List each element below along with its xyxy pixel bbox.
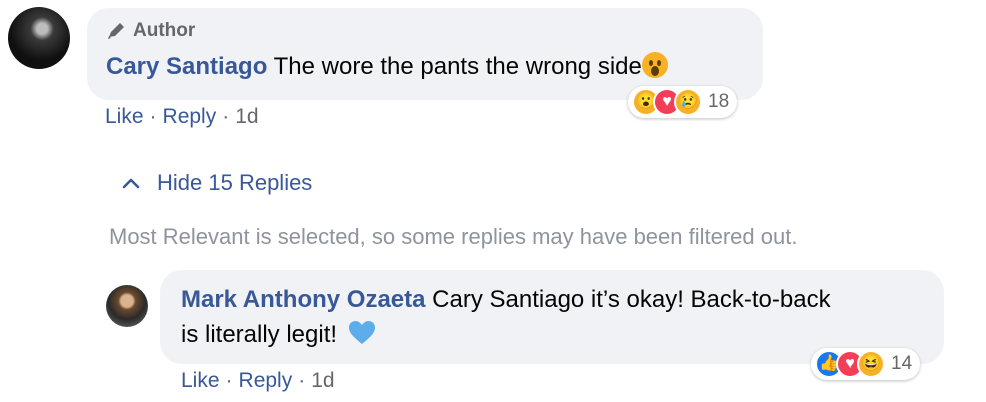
separator: · — [225, 369, 233, 392]
reply-text-part-1: Cary Santiago it’s okay! Back-to-back — [432, 286, 831, 313]
reply-author-avatar[interactable] — [106, 285, 148, 327]
haha-icon: 😆 — [857, 350, 885, 378]
separator: · — [222, 105, 230, 128]
comment-text: The wore the pants the wrong side — [273, 53, 642, 80]
like-link[interactable]: Like — [181, 369, 220, 393]
blue-heart-icon — [348, 321, 375, 344]
reply-link[interactable]: Reply — [163, 105, 217, 129]
reply-link[interactable]: Reply — [239, 369, 293, 393]
sad-icon: 😢 — [674, 88, 702, 116]
reply-text-line-2: is literally legit! — [181, 320, 376, 349]
hide-replies-label: Hide 15 Replies — [157, 170, 313, 195]
author-badge: Author — [106, 19, 195, 43]
filter-notice: Most Relevant is selected, so some repli… — [109, 224, 798, 249]
chevron-up-icon — [122, 178, 140, 189]
reply-actions: Like · Reply · 1d — [181, 369, 335, 393]
reaction-count: 18 — [708, 91, 730, 112]
comment-timestamp[interactable]: 1d — [235, 105, 258, 129]
separator: · — [298, 369, 306, 392]
comment-reactions[interactable]: 😮 ♥ 😢 18 — [628, 86, 738, 118]
comment-text-line: Cary Santiago The wore the pants the wro… — [106, 52, 668, 81]
reply-timestamp[interactable]: 1d — [311, 369, 334, 393]
comment-author-name[interactable]: Cary Santiago — [106, 53, 267, 80]
comment-actions: Like · Reply · 1d — [105, 105, 259, 129]
reply-reactions[interactable]: 👍 ♥ 😆 14 — [811, 348, 921, 380]
separator: · — [149, 105, 157, 128]
author-avatar[interactable] — [8, 7, 70, 69]
like-link[interactable]: Like — [105, 105, 144, 129]
reaction-count: 14 — [891, 353, 913, 374]
hide-replies-button[interactable]: Hide 15 Replies — [121, 170, 312, 196]
reply-text-line-1: Mark Anthony Ozaeta Cary Santiago it’s o… — [181, 286, 831, 314]
reply-author-name[interactable]: Mark Anthony Ozaeta — [181, 286, 426, 313]
pen-icon — [108, 23, 124, 39]
reply-text-part-2: is literally legit! — [181, 321, 338, 348]
author-badge-label: Author — [133, 20, 196, 41]
wow-emoji-icon — [641, 52, 668, 78]
